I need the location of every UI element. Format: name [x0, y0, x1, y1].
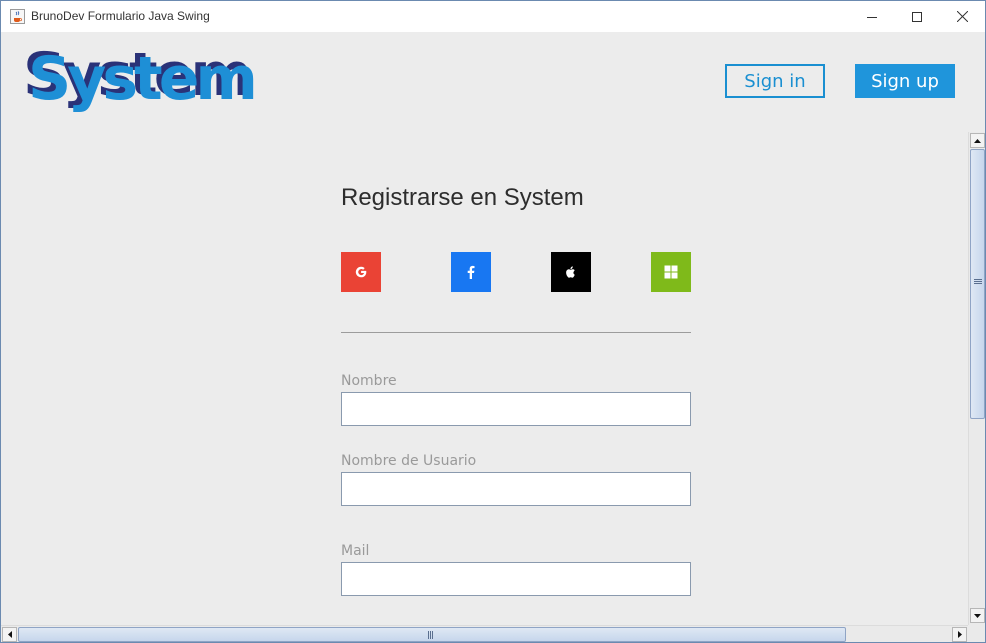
- microsoft-button[interactable]: [651, 252, 691, 292]
- facebook-button[interactable]: [451, 252, 491, 292]
- microsoft-icon: [664, 265, 678, 279]
- google-icon: [355, 266, 367, 278]
- vertical-scroll-thumb[interactable]: [970, 149, 985, 419]
- maximize-button[interactable]: [894, 1, 940, 32]
- maximize-icon: [912, 11, 922, 22]
- apple-button[interactable]: [551, 252, 591, 292]
- grip-icon: [428, 631, 433, 639]
- section-divider: [341, 332, 691, 333]
- window-title: BrunoDev Formulario Java Swing: [31, 9, 210, 23]
- sign-in-button[interactable]: Sign in: [725, 64, 825, 98]
- minimize-button[interactable]: [849, 1, 895, 32]
- grip-icon: [974, 279, 982, 284]
- arrow-up-icon: [974, 138, 981, 143]
- header-bar: System System Sign in Sign up: [1, 32, 985, 132]
- nombre-field[interactable]: [341, 392, 691, 426]
- app-window: BrunoDev Formulario Java Swing System Sy…: [0, 0, 986, 643]
- arrow-down-icon: [974, 613, 981, 618]
- close-button[interactable]: [939, 1, 985, 32]
- logo-text: System: [28, 44, 258, 114]
- horizontal-scrollbar[interactable]: [1, 625, 985, 642]
- scroll-content: Registrarse en System Nombre Nombre de U…: [1, 132, 968, 625]
- system-logo: System System: [23, 45, 283, 125]
- arrow-right-icon: [957, 631, 962, 638]
- vertical-scrollbar[interactable]: [968, 132, 985, 625]
- apple-icon: [566, 266, 575, 278]
- mail-field[interactable]: [341, 562, 691, 596]
- horizontal-scroll-thumb[interactable]: [18, 627, 846, 642]
- nombre-label: Nombre: [341, 373, 397, 389]
- close-icon: [956, 11, 968, 22]
- usuario-field[interactable]: [341, 472, 691, 506]
- usuario-label: Nombre de Usuario: [341, 453, 477, 469]
- minimize-icon: [867, 16, 877, 18]
- scroll-left-button[interactable]: [2, 627, 17, 642]
- scrollbar-corner: [968, 625, 985, 642]
- title-bar: BrunoDev Formulario Java Swing: [1, 1, 985, 32]
- form-title: Registrarse en System: [341, 184, 584, 211]
- arrow-left-icon: [7, 631, 12, 638]
- scroll-up-button[interactable]: [970, 133, 985, 148]
- facebook-icon: [467, 265, 475, 279]
- mail-label: Mail: [341, 543, 370, 559]
- java-cup-icon: [10, 9, 25, 24]
- scroll-right-button[interactable]: [952, 627, 967, 642]
- sign-up-button[interactable]: Sign up: [855, 64, 955, 98]
- google-button[interactable]: [341, 252, 381, 292]
- scroll-down-button[interactable]: [970, 608, 985, 623]
